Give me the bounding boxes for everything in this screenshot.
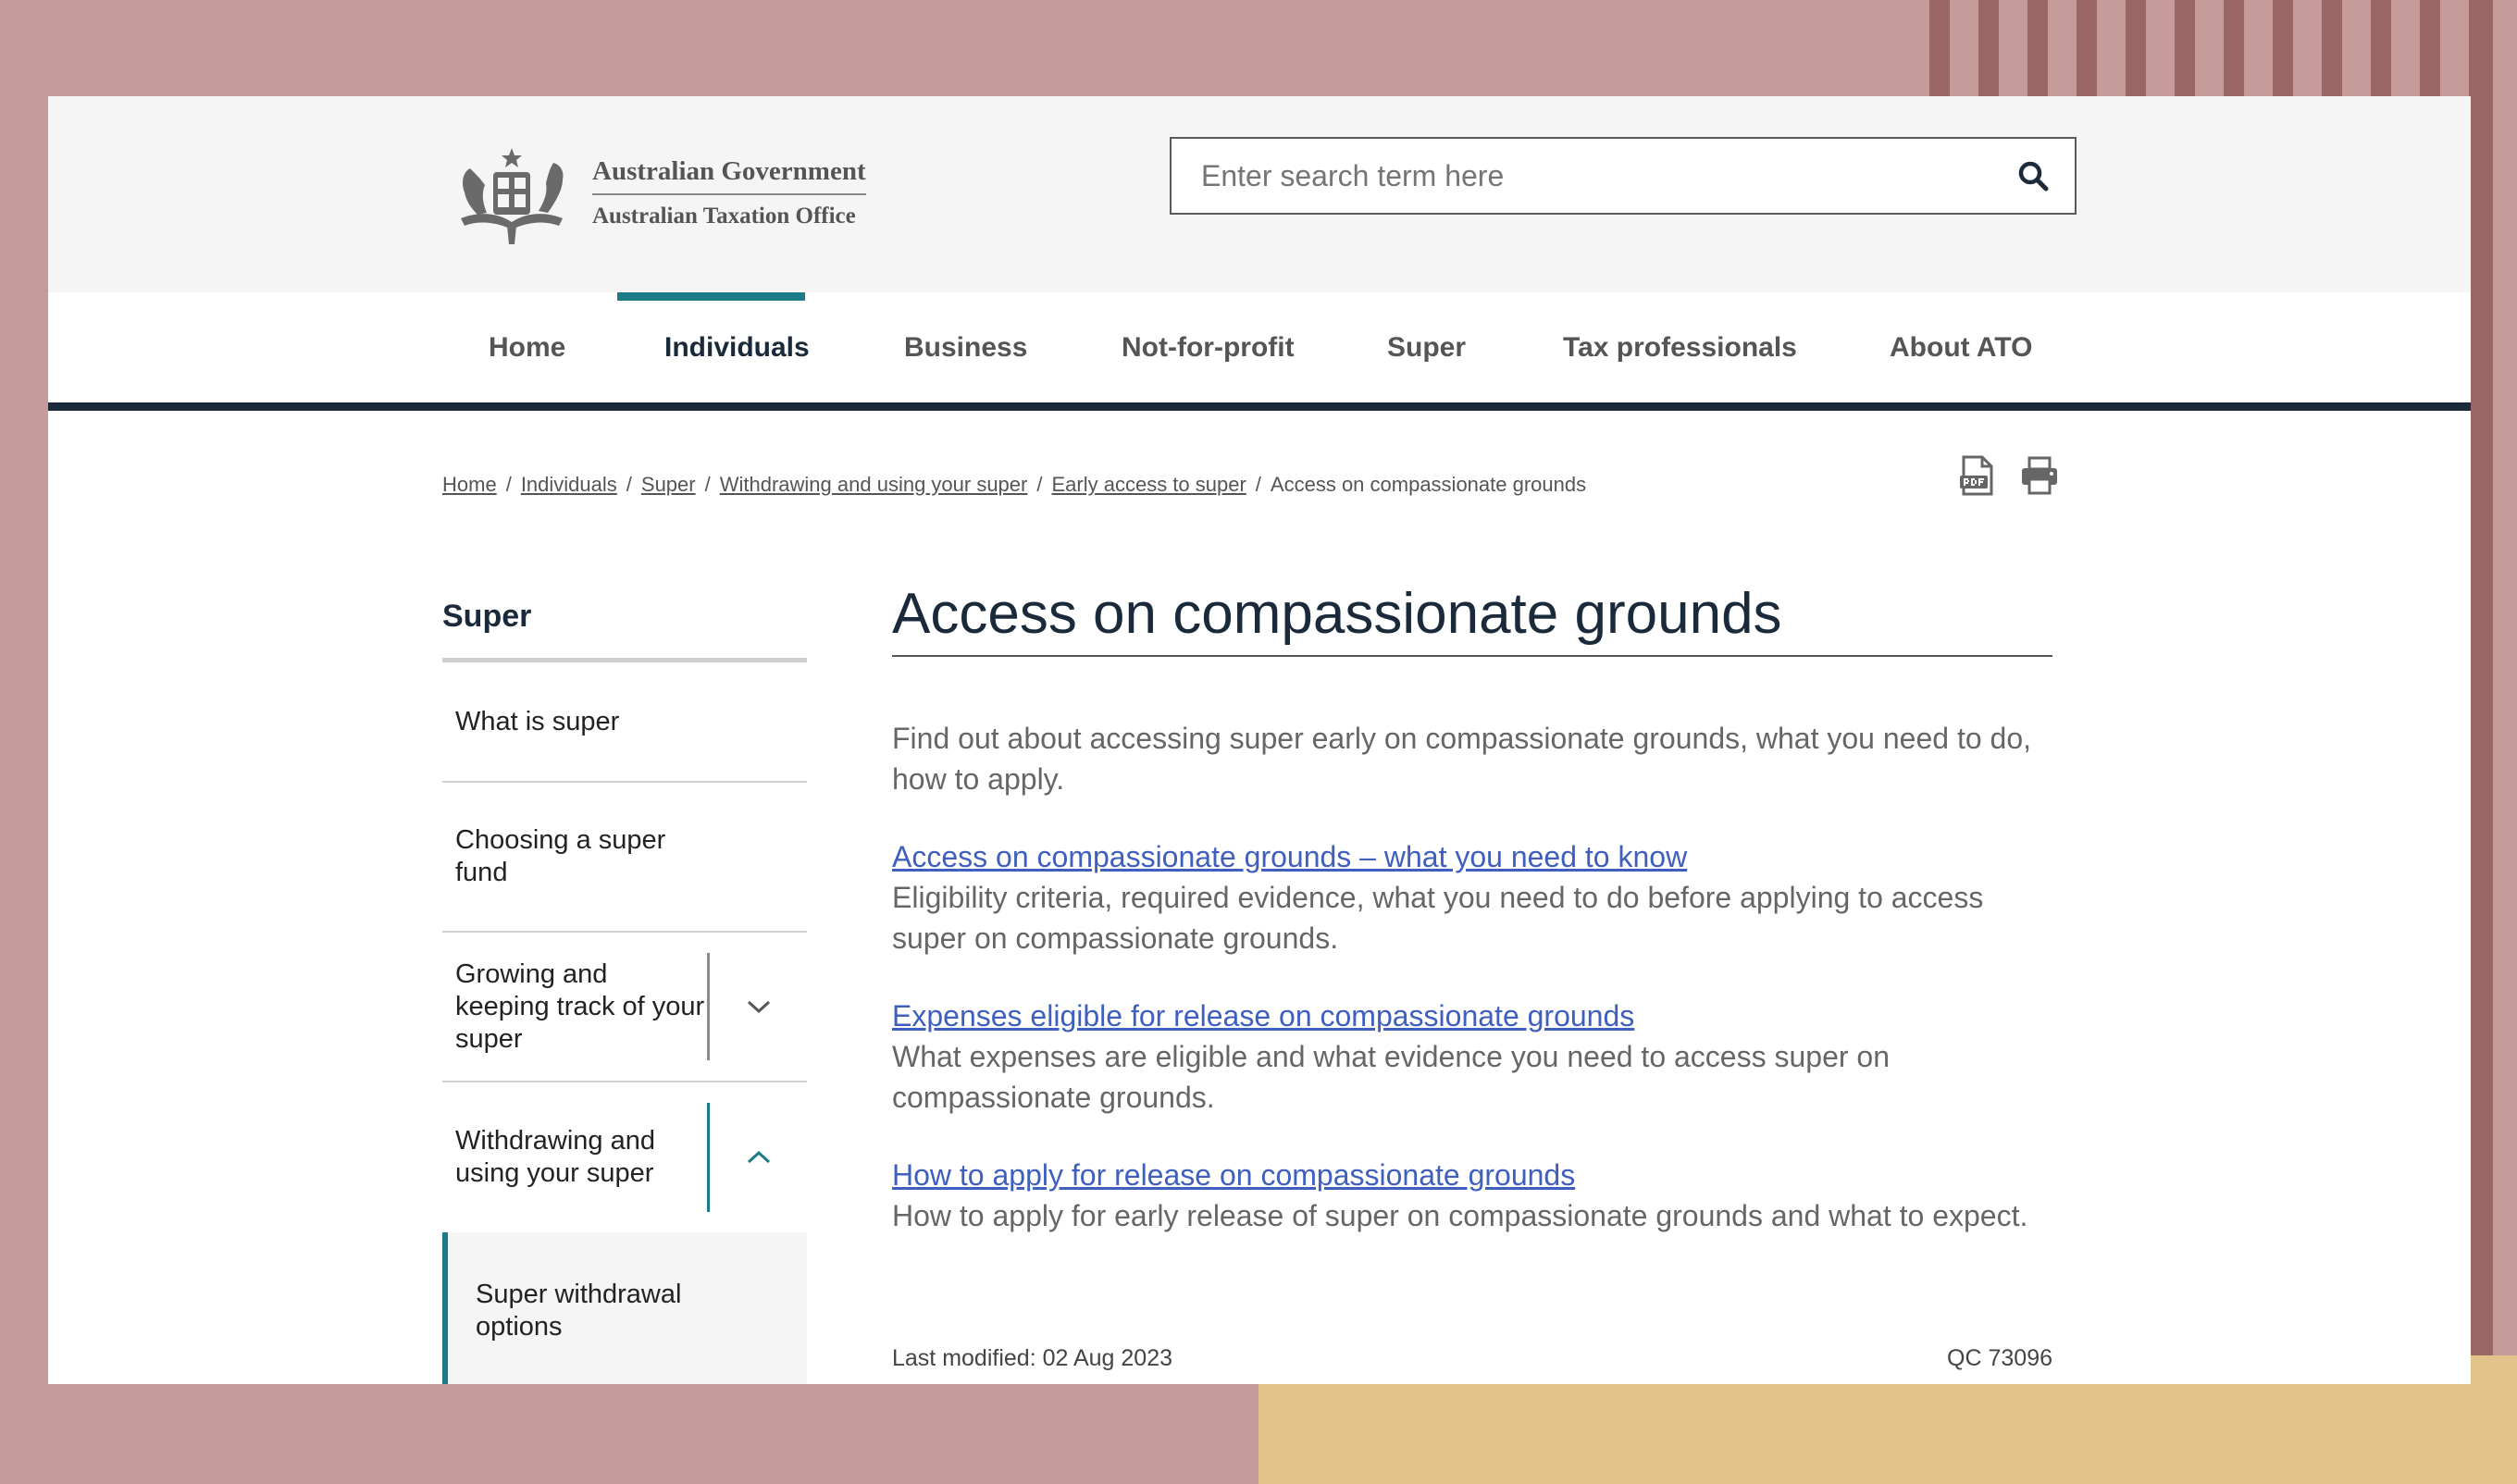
link-what-you-need-to-know[interactable]: Access on compassionate grounds – what y… xyxy=(892,836,1687,877)
nav-about-ato[interactable]: About ATO xyxy=(1890,292,2032,402)
sidenav-item-withdrawing[interactable]: Withdrawing and using your super xyxy=(442,1082,807,1232)
chevron-down-icon xyxy=(747,1000,770,1014)
breadcrumb-super[interactable]: Super xyxy=(641,473,696,497)
nav-not-for-profit[interactable]: Not-for-profit xyxy=(1122,292,1295,402)
nav-super[interactable]: Super xyxy=(1387,292,1466,402)
sidenav-item-label: Choosing a super fund xyxy=(455,825,666,887)
breadcrumb: Home / Individuals / Super / Withdrawing… xyxy=(442,468,1586,501)
last-modified: Last modified: 02 Aug 2023 xyxy=(892,1345,1173,1371)
content-link-block: Expenses eligible for release on compass… xyxy=(892,996,2052,1118)
search-input[interactable] xyxy=(1172,139,1991,213)
page-footer-meta: Last modified: 02 Aug 2023 QC 73096 xyxy=(892,1345,2052,1372)
logo-line-ato: Australian Taxation Office xyxy=(592,204,856,229)
sidenav-item-label: Growing and keeping track of your super xyxy=(455,958,705,1054)
decorative-stripes xyxy=(1929,0,2475,96)
breadcrumb-withdrawing[interactable]: Withdrawing and using your super xyxy=(720,473,1028,497)
sidenav-item-label: Withdrawing and using your super xyxy=(455,1126,655,1188)
collapse-toggle[interactable] xyxy=(707,1103,807,1212)
decorative-bar xyxy=(2471,0,2493,1355)
sidenav-subitem-label: Super withdrawal options xyxy=(476,1280,682,1342)
ato-logo[interactable]: Australian Government Australian Taxatio… xyxy=(442,139,868,250)
link-description: What expenses are eligible and what evid… xyxy=(892,1040,1891,1114)
side-navigation: Super What is super Choosing a super fun… xyxy=(442,587,807,1384)
breadcrumb-separator: / xyxy=(1036,473,1043,496)
expand-toggle[interactable] xyxy=(707,953,807,1060)
sidenav-item-growing-and-tracking[interactable]: Growing and keeping track of your super xyxy=(442,933,807,1082)
search-button[interactable] xyxy=(1991,139,2075,213)
breadcrumb-current: Access on compassionate grounds xyxy=(1270,473,1587,496)
print-icon[interactable] xyxy=(2019,455,2060,496)
sidenav-item-label: What is super xyxy=(455,706,620,736)
breadcrumb-separator: / xyxy=(704,473,711,496)
link-description: Eligibility criteria, required evidence,… xyxy=(892,881,1984,955)
breadcrumb-individuals[interactable]: Individuals xyxy=(521,473,617,497)
breadcrumb-separator: / xyxy=(505,473,512,496)
nav-tax-professionals[interactable]: Tax professionals xyxy=(1563,292,1797,402)
sidenav-item-what-is-super[interactable]: What is super xyxy=(442,662,807,783)
link-how-to-apply[interactable]: How to apply for release on compassionat… xyxy=(892,1155,1575,1195)
search-icon xyxy=(2018,161,2049,192)
page-title: Access on compassionate grounds xyxy=(892,568,2052,657)
nav-business[interactable]: Business xyxy=(904,292,1027,402)
nav-home[interactable]: Home xyxy=(489,292,565,402)
pdf-icon[interactable] xyxy=(1956,455,1997,496)
chevron-up-icon xyxy=(747,1150,770,1164)
main-navigation: Home Individuals Business Not-for-profit… xyxy=(48,292,2471,411)
browser-page: Australian Government Australian Taxatio… xyxy=(48,96,2471,1384)
content-link-block: How to apply for release on compassionat… xyxy=(892,1155,2052,1236)
content-link-block: Access on compassionate grounds – what y… xyxy=(892,836,2052,958)
main-content: Access on compassionate grounds Find out… xyxy=(892,568,2052,1236)
breadcrumb-early-access[interactable]: Early access to super xyxy=(1051,473,1246,497)
breadcrumb-separator: / xyxy=(626,473,632,496)
logo-line-government: Australian Government xyxy=(592,155,866,195)
site-header: Australian Government Australian Taxatio… xyxy=(48,96,2471,292)
qc-code: QC 73096 xyxy=(1947,1345,2052,1371)
nav-individuals[interactable]: Individuals xyxy=(664,292,810,402)
link-eligible-expenses[interactable]: Expenses eligible for release on compass… xyxy=(892,996,1634,1036)
sidenav-title: Super xyxy=(442,587,807,662)
coat-of-arms-icon xyxy=(461,148,564,244)
intro-text: Find out about accessing super early on … xyxy=(892,722,2031,796)
sidenav-item-choosing-a-fund[interactable]: Choosing a super fund xyxy=(442,783,807,933)
link-description: How to apply for early release of super … xyxy=(892,1199,2028,1232)
breadcrumb-home[interactable]: Home xyxy=(442,473,497,497)
sidenav-subitem-withdrawal-options[interactable]: Super withdrawal options xyxy=(442,1232,807,1384)
logo-text: Australian Government Australian Taxatio… xyxy=(592,155,866,234)
breadcrumb-separator: / xyxy=(1255,473,1261,496)
search-box xyxy=(1170,137,2077,215)
